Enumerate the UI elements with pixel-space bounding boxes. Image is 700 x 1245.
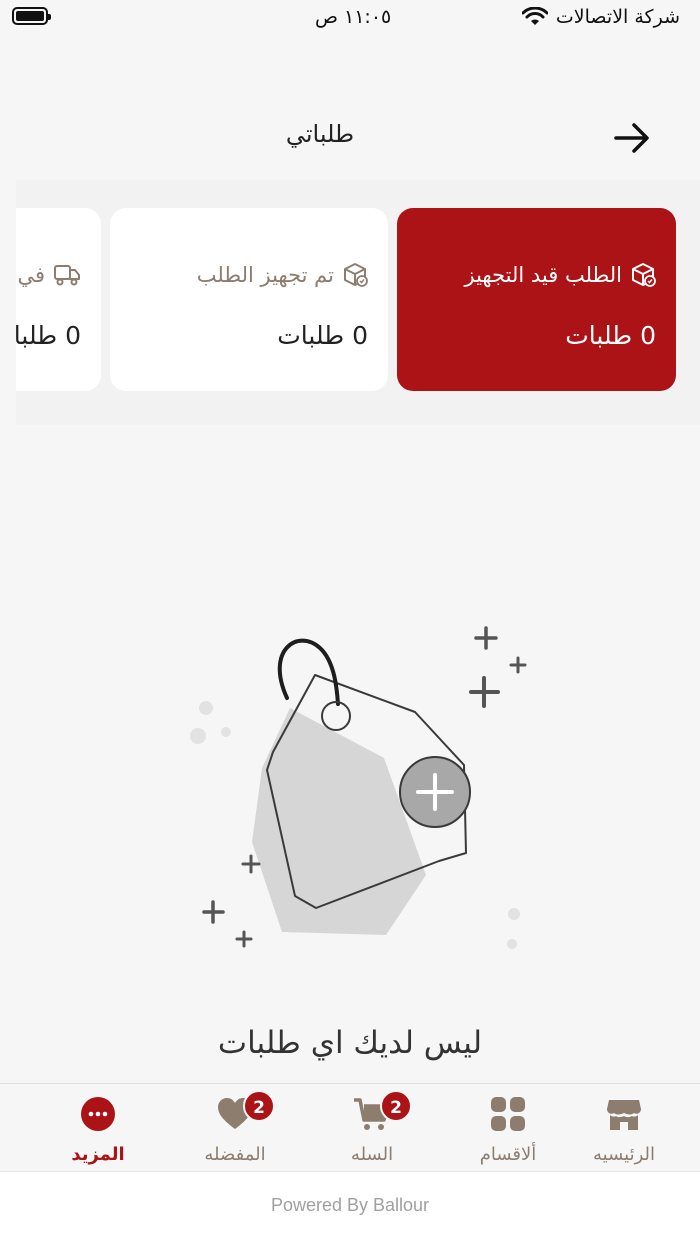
order-card-shipping[interactable]: في 0 طلبا — [16, 208, 101, 391]
order-card-title: الطلب قيد التجهيز — [464, 262, 656, 288]
battery-icon — [12, 7, 51, 25]
back-button[interactable] — [605, 116, 659, 160]
cart-icon-wrap: 2 — [352, 1090, 412, 1134]
order-card-count: 0 طلبات — [277, 321, 368, 350]
order-card-title-text: الطلب قيد التجهيز — [464, 263, 622, 287]
order-card-title-text: في — [17, 263, 45, 287]
carrier-name: شركة الاتصالات — [555, 6, 680, 28]
empty-state-message: ليس لديك اي طلبات — [217, 1025, 483, 1061]
tab-label: الرئيسيه — [593, 1144, 655, 1165]
tab-favorites[interactable]: 2 المفضله — [180, 1090, 290, 1168]
wifi-icon — [522, 7, 548, 25]
tab-categories[interactable]: ألاقسام — [453, 1090, 563, 1168]
order-card-preparing[interactable]: الطلب قيد التجهيز 0 طلبات — [397, 208, 676, 391]
order-card-title: تم تجهيز الطلب — [197, 262, 368, 288]
bottom-tab-bar: الرئيسيه ألاقسام 2 السله 2 المفضله المزي… — [0, 1083, 700, 1171]
tab-more[interactable]: المزيد — [43, 1090, 153, 1168]
status-time: ١١:٠٥ ص — [315, 6, 392, 28]
tab-label: السله — [350, 1144, 394, 1165]
tab-label: ألاقسام — [479, 1144, 537, 1165]
order-card-prepared[interactable]: تم تجهيز الطلب 0 طلبات — [110, 208, 388, 391]
tab-label: المفضله — [204, 1144, 266, 1165]
footer: Powered By Ballour — [0, 1171, 700, 1245]
arrow-right-icon — [614, 123, 649, 153]
cart-count-badge: 2 — [380, 1090, 412, 1122]
empty-orders-illustration — [190, 626, 527, 949]
page-title: طلباتي — [285, 120, 355, 148]
order-card-count: 0 طلبات — [565, 321, 656, 350]
tab-label: المزيد — [71, 1144, 125, 1165]
box-icon — [632, 263, 656, 287]
heart-icon-wrap: 2 — [215, 1090, 275, 1134]
order-status-cards: الطلب قيد التجهيز 0 طلبات تم تجهيز الطلب… — [16, 180, 700, 425]
grid-icon — [491, 1097, 525, 1131]
status-bar: ١١:٠٥ ص شركة الاتصالات — [0, 0, 700, 40]
more-icon — [81, 1097, 115, 1131]
store-icon — [607, 1100, 641, 1130]
tab-home[interactable]: الرئيسيه — [569, 1090, 679, 1168]
powered-by-text: Powered By Ballour — [270, 1195, 430, 1215]
box-icon — [344, 263, 368, 287]
truck-icon — [54, 265, 80, 286]
order-card-count: 0 طلبا — [16, 321, 81, 350]
order-card-title: في — [17, 262, 81, 288]
tab-cart[interactable]: 2 السله — [317, 1090, 427, 1168]
favorites-count-badge: 2 — [243, 1090, 275, 1122]
order-card-title-text: تم تجهيز الطلب — [196, 263, 334, 287]
